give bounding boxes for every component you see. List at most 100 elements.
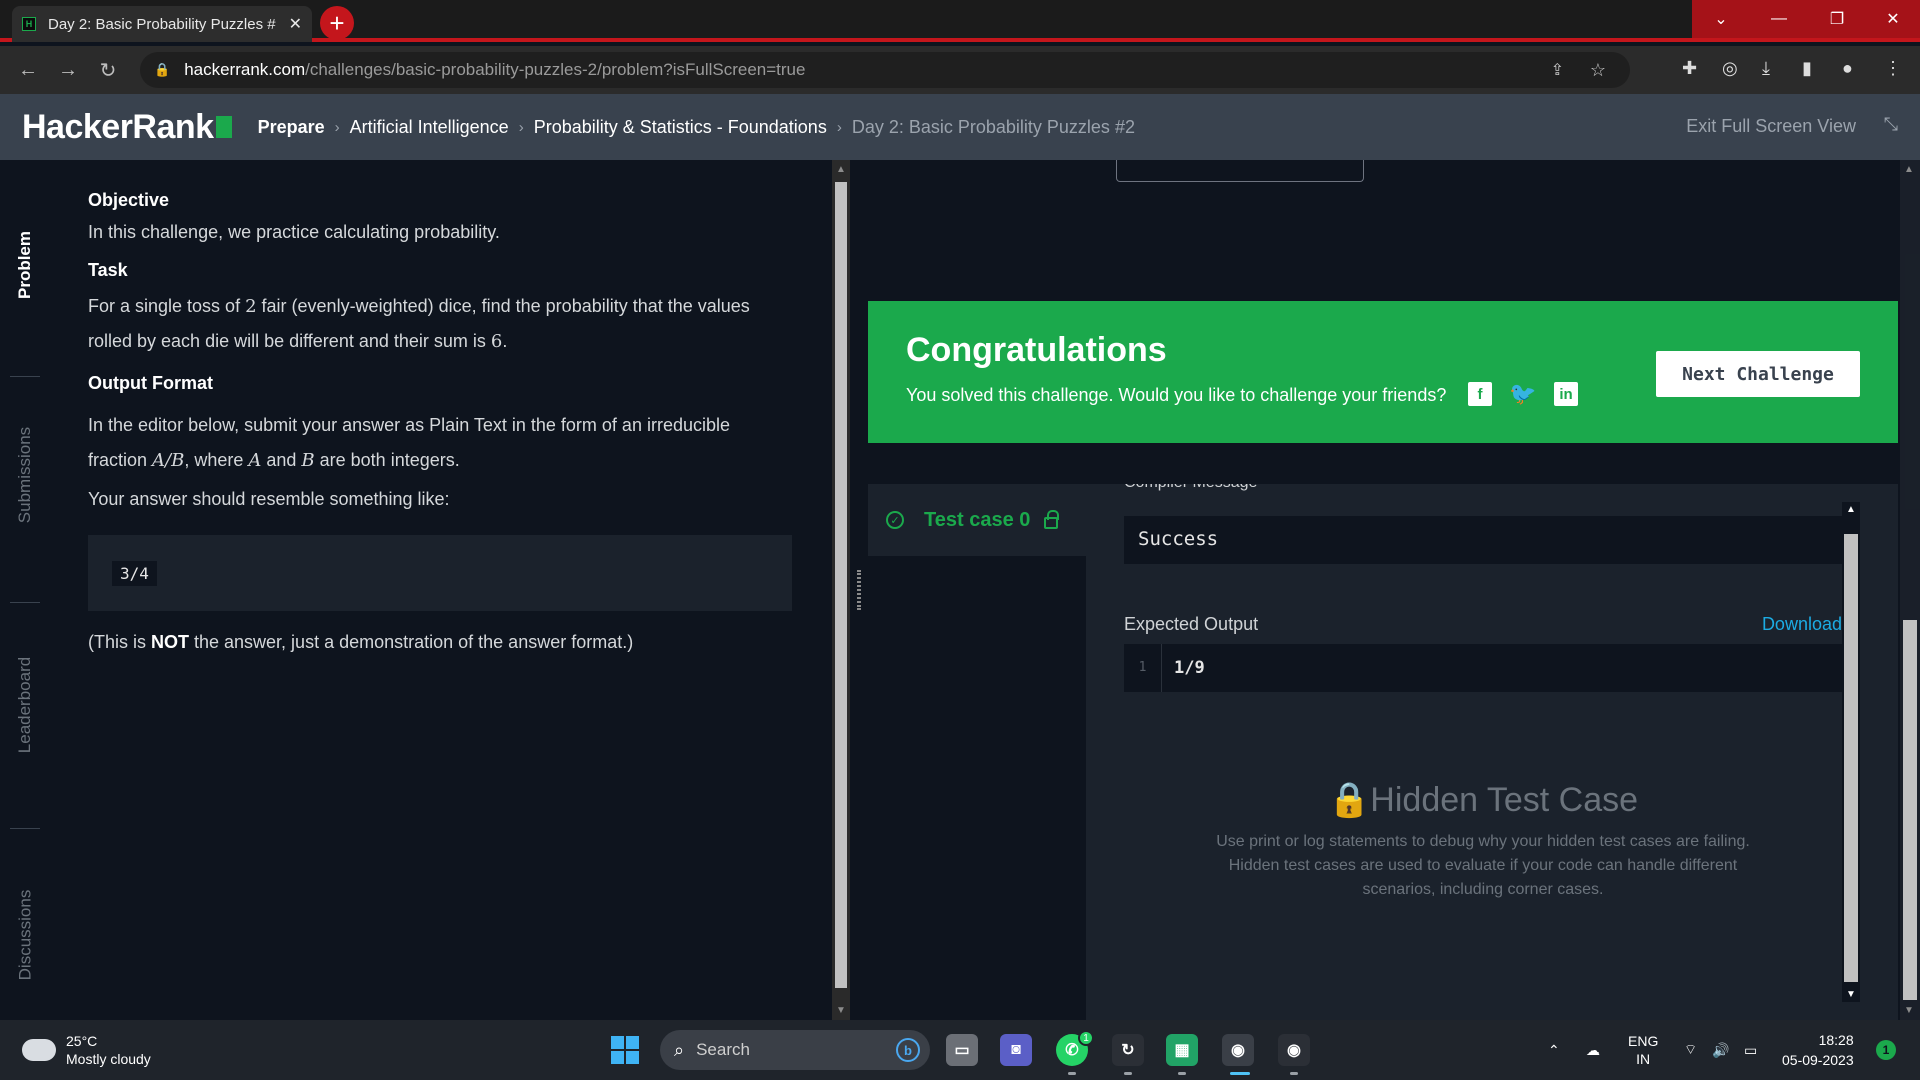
math-b: B (301, 450, 315, 471)
exit-fullscreen-link[interactable]: Exit Full Screen View (1686, 116, 1856, 137)
taskbar-search-input[interactable]: ⌕ Search b (660, 1030, 930, 1070)
compiler-message-label: Compiler Message (1124, 484, 1257, 492)
drag-handle-icon[interactable] (857, 570, 861, 610)
next-challenge-button[interactable]: Next Challenge (1656, 351, 1860, 397)
scrollbar-thumb[interactable] (835, 182, 847, 988)
output-text-part: , where (184, 450, 249, 470)
back-arrow-icon[interactable]: ← (8, 59, 48, 82)
problem-scrollbar[interactable]: ▲ ▼ (832, 160, 850, 1020)
temperature: 25°C (66, 1033, 98, 1049)
spreadsheet-app-icon[interactable]: ▦ (1166, 1034, 1198, 1066)
weather-condition: Mostly cloudy (66, 1051, 151, 1067)
breadcrumb-prepare[interactable]: Prepare (258, 117, 325, 138)
scroll-up-arrow-icon[interactable]: ▲ (836, 164, 846, 175)
scroll-up-arrow-icon[interactable]: ▲ (1846, 504, 1856, 515)
test-case-item[interactable]: ✓ Test case 0 (868, 484, 1086, 556)
note-text-part: the answer, just a demonstration of the … (189, 632, 634, 652)
side-panel-icon[interactable]: ▮ (1802, 58, 1812, 79)
hackerrank-logo[interactable]: HackerRank (22, 108, 232, 147)
tab-discussions-label: Discussions (15, 889, 35, 981)
sample-code: 3/4 (112, 560, 157, 586)
output-text-part: are both integers. (314, 450, 460, 470)
scroll-up-arrow-icon[interactable]: ▲ (1904, 164, 1914, 175)
restore-button[interactable]: ❐ (1808, 0, 1866, 38)
sample-code-block: 3/4 (88, 535, 792, 611)
windows-taskbar: 25°C Mostly cloudy ⌕ Search b ▭ ◙ ✆ 1 ↻ … (0, 1020, 1920, 1080)
page-scrollbar[interactable]: ▲ ▼ (1900, 160, 1920, 1020)
tab-title: Day 2: Basic Probability Puzzles # (48, 15, 276, 33)
chrome-profile-icon[interactable]: ◉ (1222, 1034, 1254, 1066)
windows-start-icon[interactable] (611, 1036, 639, 1064)
download-icon[interactable]: ⤓ (1762, 58, 1770, 79)
facebook-icon[interactable]: f (1468, 382, 1492, 406)
running-indicator (1124, 1072, 1132, 1075)
reload-icon[interactable]: ↻ (88, 58, 128, 83)
browser-tab[interactable]: H Day 2: Basic Probability Puzzles # ✕ (12, 6, 312, 42)
language-indicator[interactable]: ENG IN (1628, 1032, 1658, 1068)
chevron-right-icon: › (334, 118, 340, 136)
active-indicator (1230, 1072, 1250, 1075)
search-icon: ⌕ (674, 1039, 685, 1060)
scroll-down-arrow-icon[interactable]: ▼ (836, 1005, 846, 1016)
test-case-list: ✓ Test case 0 (868, 484, 1086, 1020)
pane-resize-divider[interactable] (850, 160, 868, 1020)
bing-icon[interactable]: b (896, 1038, 920, 1062)
close-window-button[interactable]: ✕ (1866, 0, 1920, 38)
browser-menu-icon[interactable]: ⋮ (1884, 58, 1902, 79)
breadcrumb-artificial-intelligence[interactable]: Artificial Intelligence (350, 117, 509, 138)
wifi-icon[interactable]: ⌔ (1684, 1020, 1697, 1080)
share-icon[interactable]: ⇪ (1551, 60, 1564, 80)
scrollbar-thumb[interactable] (1903, 620, 1917, 1000)
objective-text: In this challenge, we practice calculati… (88, 222, 500, 242)
collapse-icon[interactable]: ⤡ (1884, 114, 1898, 135)
test-results-panel: ✓ Test case 0 Compiler Message Success E… (868, 484, 1898, 1020)
running-indicator (1068, 1072, 1076, 1075)
tab-search-chevron-icon[interactable]: ⌄ (1692, 0, 1750, 38)
objective-heading: Objective (88, 190, 170, 210)
breadcrumb-probability-statistics[interactable]: Probability & Statistics - Foundations (534, 117, 827, 138)
scroll-down-arrow-icon[interactable]: ▼ (1846, 989, 1856, 1000)
twitter-icon[interactable]: 🐦 (1509, 381, 1536, 406)
tab-close-icon[interactable]: ✕ (289, 14, 302, 34)
battery-icon[interactable]: ▭ (1744, 1020, 1757, 1080)
forward-arrow-icon[interactable]: → (48, 59, 88, 82)
minimize-button[interactable]: — (1750, 0, 1808, 38)
linkedin-icon[interactable]: in (1554, 382, 1578, 406)
scroll-down-arrow-icon[interactable]: ▼ (1904, 1005, 1914, 1016)
scrollbar-thumb[interactable] (1844, 534, 1858, 982)
weather-widget[interactable]: 25°C Mostly cloudy (18, 1032, 151, 1068)
test-case-detail: Compiler Message Success Expected Output… (1124, 484, 1842, 1020)
notification-badge[interactable]: 1 (1876, 1040, 1896, 1060)
app-refresh-icon[interactable]: ↻ (1112, 1034, 1144, 1066)
new-tab-button[interactable]: + (320, 6, 354, 40)
compiler-message-box: Success (1124, 516, 1842, 564)
volume-icon[interactable]: 🔊 (1712, 1020, 1729, 1080)
extension-icon[interactable]: ◎ (1722, 58, 1738, 79)
hidden-test-case-title-text: Hidden Test Case (1370, 781, 1639, 819)
profile-avatar-icon[interactable]: ● (1842, 58, 1853, 79)
clock-date: 05-09-2023 (1782, 1052, 1854, 1068)
teams-chat-icon[interactable]: ◙ (1000, 1034, 1032, 1066)
chevron-up-icon[interactable]: ⌃ (1548, 1020, 1560, 1080)
tab-submissions[interactable]: Submissions (0, 420, 50, 530)
chrome-icon[interactable]: ◉ (1278, 1034, 1310, 1066)
task-view-icon[interactable]: ▭ (946, 1034, 978, 1066)
download-link[interactable]: Download (1762, 614, 1842, 635)
extensions-puzzle-icon[interactable]: ✚ (1682, 58, 1697, 79)
onedrive-cloud-icon[interactable]: ☁ (1586, 1020, 1600, 1080)
bookmark-star-icon[interactable]: ☆ (1590, 60, 1606, 81)
tab-leaderboard[interactable]: Leaderboard (0, 650, 50, 760)
tab-discussions[interactable]: Discussions (0, 880, 50, 990)
answer-textarea[interactable] (1116, 160, 1364, 182)
line-number: 1 (1124, 644, 1162, 692)
breadcrumb: Prepare › Artificial Intelligence › Prob… (258, 117, 1135, 138)
results-scrollbar[interactable]: ▲ ▼ (1842, 502, 1860, 1002)
resemble-text: Your answer should resemble something li… (88, 489, 450, 509)
tab-divider (10, 828, 40, 829)
task-text-part: For a single toss of (88, 296, 246, 316)
system-clock[interactable]: 18:28 05-09-2023 (1782, 1030, 1854, 1070)
whatsapp-badge: 1 (1078, 1030, 1094, 1046)
tab-problem[interactable]: Problem (0, 210, 50, 320)
tab-leaderboard-label: Leaderboard (15, 656, 35, 754)
url-field[interactable]: 🔒 hackerrank.com/challenges/basic-probab… (140, 52, 1630, 88)
